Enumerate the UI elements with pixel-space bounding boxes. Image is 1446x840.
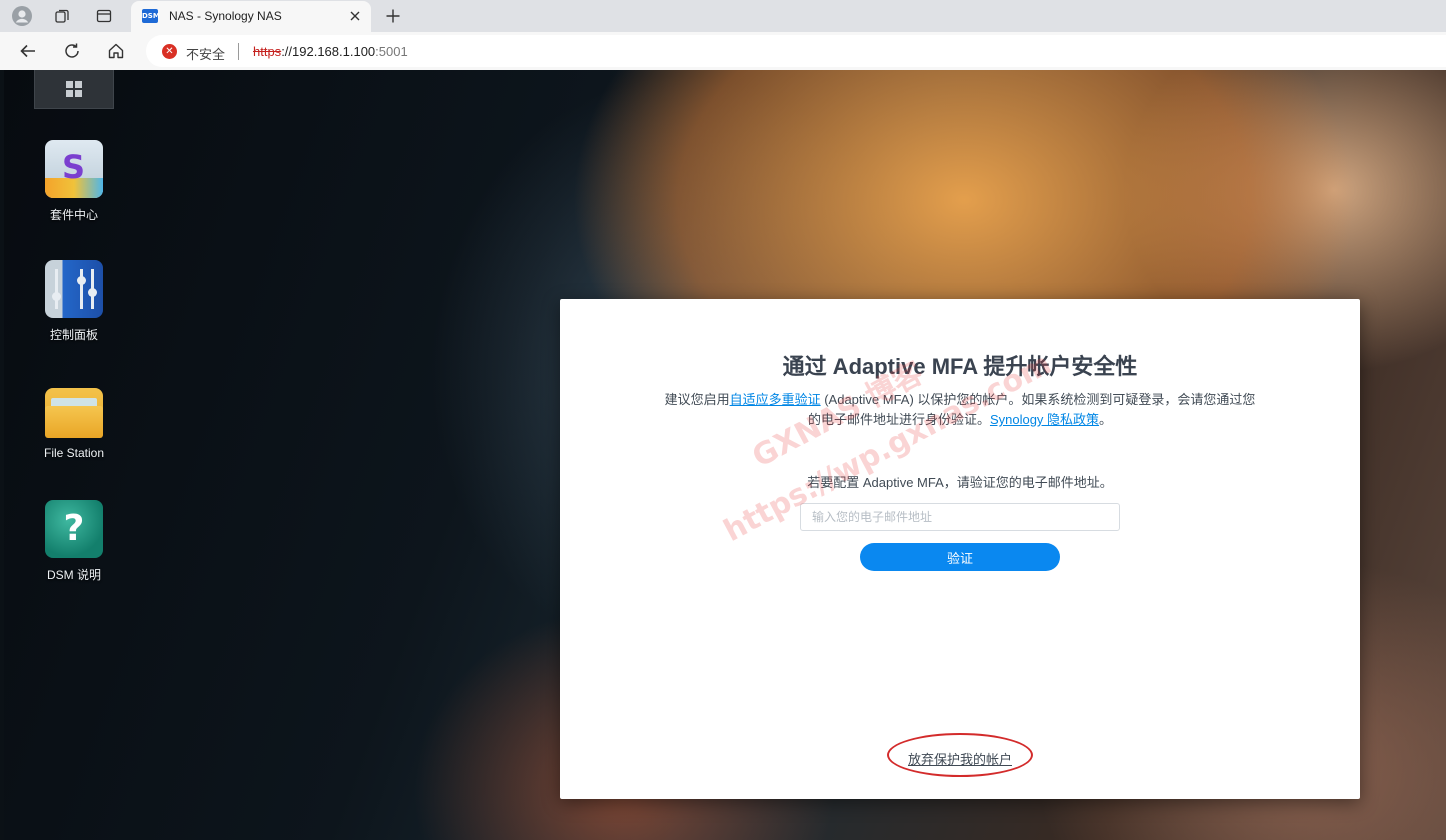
- url-host: ://192.168.1.100: [281, 44, 376, 59]
- browser-tab-bar: DSM NAS - Synology NAS: [0, 0, 1446, 32]
- dialog-title: 通过 Adaptive MFA 提升帐户安全性: [782, 354, 1138, 379]
- desktop-icon-label: 套件中心: [49, 208, 98, 222]
- tab-title: NAS - Synology NAS: [169, 9, 282, 23]
- privacy-policy-link[interactable]: Synology 隐私政策: [990, 412, 1099, 427]
- package-center-icon: S: [45, 140, 103, 198]
- tab-actions-icon: [96, 9, 112, 23]
- close-icon: [350, 11, 360, 21]
- adaptive-mfa-dialog: 通过 Adaptive MFA 提升帐户安全性 建议您启用自适应多重验证 (Ad…: [560, 299, 1360, 799]
- desktop-icon-package-center[interactable]: S 套件中心: [24, 140, 124, 223]
- not-secure-icon[interactable]: ✕: [162, 44, 177, 59]
- address-separator: [238, 43, 239, 60]
- workspaces-button[interactable]: [48, 3, 76, 29]
- skip-protection-link[interactable]: 放弃保护我的帐户: [908, 752, 1012, 767]
- desc-suffix: 。: [1099, 412, 1113, 427]
- profile-icon: [12, 6, 32, 26]
- browser-toolbar: ✕ 不安全 https://192.168.1.100:5001: [0, 32, 1446, 70]
- email-prompt: 若要配置 Adaptive MFA，请验证您的电子邮件地址。: [807, 475, 1113, 490]
- back-arrow-icon: [20, 44, 35, 58]
- dsm-favicon-icon: DSM: [142, 9, 160, 23]
- plus-icon: [386, 9, 400, 23]
- reload-button[interactable]: [58, 37, 86, 65]
- home-button[interactable]: [102, 37, 130, 65]
- active-tab[interactable]: DSM NAS - Synology NAS: [131, 1, 371, 32]
- url-port: :5001: [375, 44, 408, 59]
- skip-protection: 放弃保护我的帐户: [560, 749, 1360, 768]
- profile-button[interactable]: [8, 3, 36, 29]
- new-tab-button[interactable]: [380, 3, 406, 29]
- dialog-description: 建议您启用自适应多重验证 (Adaptive MFA) 以保护您的帐户。如果系统…: [660, 390, 1260, 430]
- security-label[interactable]: 不安全: [186, 44, 225, 63]
- desktop-icon-dsm-help[interactable]: ? DSM 说明: [24, 500, 124, 583]
- address-bar[interactable]: ✕ 不安全 https://192.168.1.100:5001: [146, 35, 1446, 67]
- desc-prefix: 建议您启用: [664, 392, 730, 407]
- workspaces-icon: [55, 9, 69, 23]
- desktop-icon-file-station[interactable]: File Station: [24, 380, 124, 460]
- adaptive-mfa-link[interactable]: 自适应多重验证: [730, 392, 821, 407]
- desktop-icon-label: 控制面板: [49, 328, 98, 342]
- desktop-icon-control-panel[interactable]: 控制面板: [24, 260, 124, 343]
- control-panel-icon: [45, 260, 103, 318]
- main-menu-button[interactable]: [34, 70, 114, 109]
- reload-icon: [65, 43, 79, 58]
- back-button[interactable]: [14, 37, 42, 65]
- file-station-icon: [45, 388, 103, 438]
- desktop-icon-label: DSM 说明: [46, 568, 101, 582]
- home-icon: [108, 43, 124, 59]
- dsm-help-icon: ?: [45, 500, 103, 558]
- url-text[interactable]: https://192.168.1.100:5001: [253, 44, 408, 59]
- url-scheme: https: [253, 44, 282, 59]
- verify-button[interactable]: 验证: [860, 543, 1060, 571]
- desktop-icon-label: File Station: [43, 446, 105, 460]
- main-menu-icon: [66, 81, 82, 97]
- email-field[interactable]: [800, 503, 1120, 531]
- vertical-tabs-button[interactable]: [90, 3, 118, 29]
- tab-close-button[interactable]: [346, 7, 364, 25]
